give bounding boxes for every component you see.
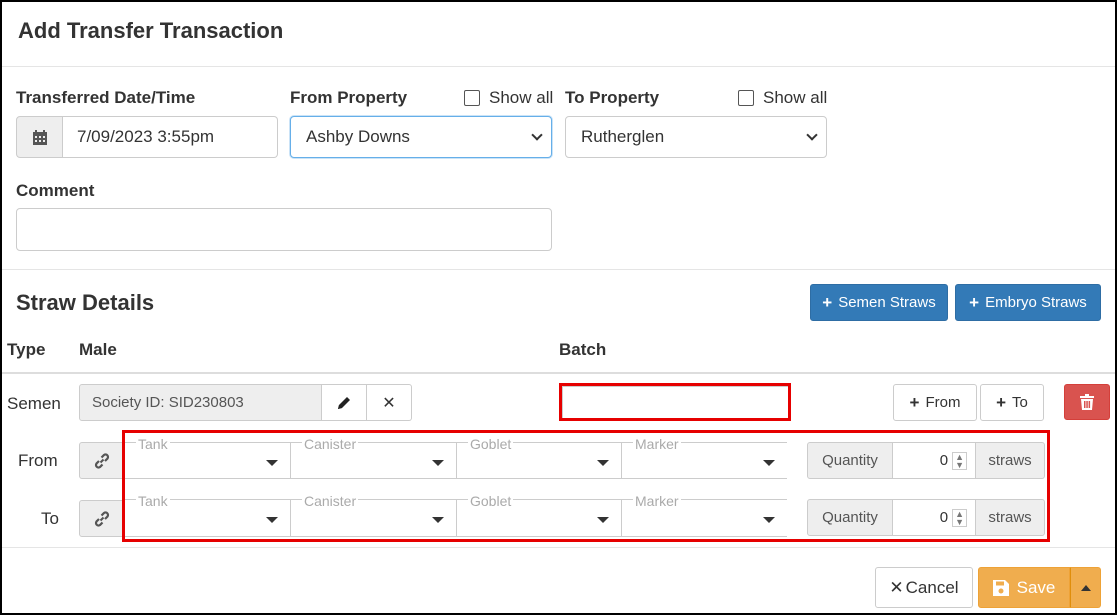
to-button[interactable]: + To xyxy=(980,384,1044,421)
to-row-label: To xyxy=(41,509,59,528)
to-show-all-checkbox[interactable]: Show all xyxy=(738,88,827,108)
from-button-label: From xyxy=(925,394,961,411)
from-row-label: From xyxy=(18,451,58,470)
from-property-value: Ashby Downs xyxy=(306,127,410,146)
checkbox-box[interactable] xyxy=(464,90,480,106)
save-button-group: Save xyxy=(978,567,1101,608)
cancel-label: Cancel xyxy=(905,577,959,597)
edit-male-button[interactable] xyxy=(322,384,367,421)
male-input[interactable]: Society ID: SID230803 xyxy=(79,384,322,421)
from-button[interactable]: + From xyxy=(893,384,977,421)
table-header-divider xyxy=(2,372,1115,374)
row-type-semen: Semen xyxy=(7,394,61,413)
close-icon: ✕ xyxy=(889,577,904,597)
caret-up-icon xyxy=(1080,584,1091,591)
plus-icon: + xyxy=(822,293,833,312)
from-property-select[interactable]: Ashby Downs xyxy=(290,116,552,158)
pencil-icon xyxy=(338,396,350,409)
cancel-button[interactable]: ✕ Cancel xyxy=(875,567,973,608)
clear-male-button[interactable]: ✕ xyxy=(367,384,412,421)
add-embryo-straws-button[interactable]: + Embryo Straws xyxy=(955,284,1101,321)
comment-label: Comment xyxy=(16,181,95,200)
plus-icon: + xyxy=(909,393,920,412)
date-input[interactable]: 7/09/2023 3:55pm xyxy=(63,116,278,158)
plus-icon: + xyxy=(996,393,1007,412)
to-property-select[interactable]: Rutherglen xyxy=(565,116,827,158)
to-property-label: To Property xyxy=(565,88,660,107)
male-field[interactable]: Society ID: SID230803 ✕ xyxy=(79,384,412,421)
link-icon[interactable] xyxy=(79,500,124,537)
checkbox-box[interactable] xyxy=(738,90,754,106)
modal-dialog: Add Transfer Transaction Transferred Dat… xyxy=(0,0,1117,615)
date-label: Transferred Date/Time xyxy=(16,88,196,107)
link-icon[interactable] xyxy=(79,442,124,479)
chevron-down-icon xyxy=(531,129,543,141)
location-highlight xyxy=(122,430,1050,542)
section-divider xyxy=(2,269,1115,270)
comment-input[interactable] xyxy=(16,208,552,251)
chevron-down-icon xyxy=(806,129,818,141)
floppy-icon xyxy=(992,579,1009,596)
add-semen-straws-button[interactable]: + Semen Straws xyxy=(810,284,948,321)
col-type: Type xyxy=(7,340,46,359)
show-all-label: Show all xyxy=(763,88,828,107)
from-property-label: From Property xyxy=(290,88,408,107)
trash-icon xyxy=(1080,394,1094,410)
save-options-dropdown[interactable] xyxy=(1070,567,1101,608)
delete-row-button[interactable] xyxy=(1064,384,1110,420)
calendar-icon[interactable] xyxy=(16,116,63,158)
batch-highlight xyxy=(559,383,791,421)
to-button-label: To xyxy=(1012,394,1028,411)
header-divider xyxy=(2,66,1115,67)
close-icon: ✕ xyxy=(382,394,396,412)
plus-icon: + xyxy=(969,293,980,312)
from-show-all-checkbox[interactable]: Show all xyxy=(464,88,553,108)
modal-title: Add Transfer Transaction xyxy=(18,18,284,43)
col-male: Male xyxy=(79,340,117,359)
semen-straws-label: Semen Straws xyxy=(838,294,936,311)
date-field[interactable]: 7/09/2023 3:55pm xyxy=(16,116,278,158)
to-property-value: Rutherglen xyxy=(581,127,665,146)
save-label: Save xyxy=(1016,577,1056,597)
footer-divider xyxy=(2,547,1115,548)
save-button[interactable]: Save xyxy=(978,567,1070,608)
show-all-label: Show all xyxy=(489,88,554,107)
straw-details-heading: Straw Details xyxy=(16,290,155,315)
embryo-straws-label: Embryo Straws xyxy=(985,294,1087,311)
col-batch: Batch xyxy=(559,340,607,359)
